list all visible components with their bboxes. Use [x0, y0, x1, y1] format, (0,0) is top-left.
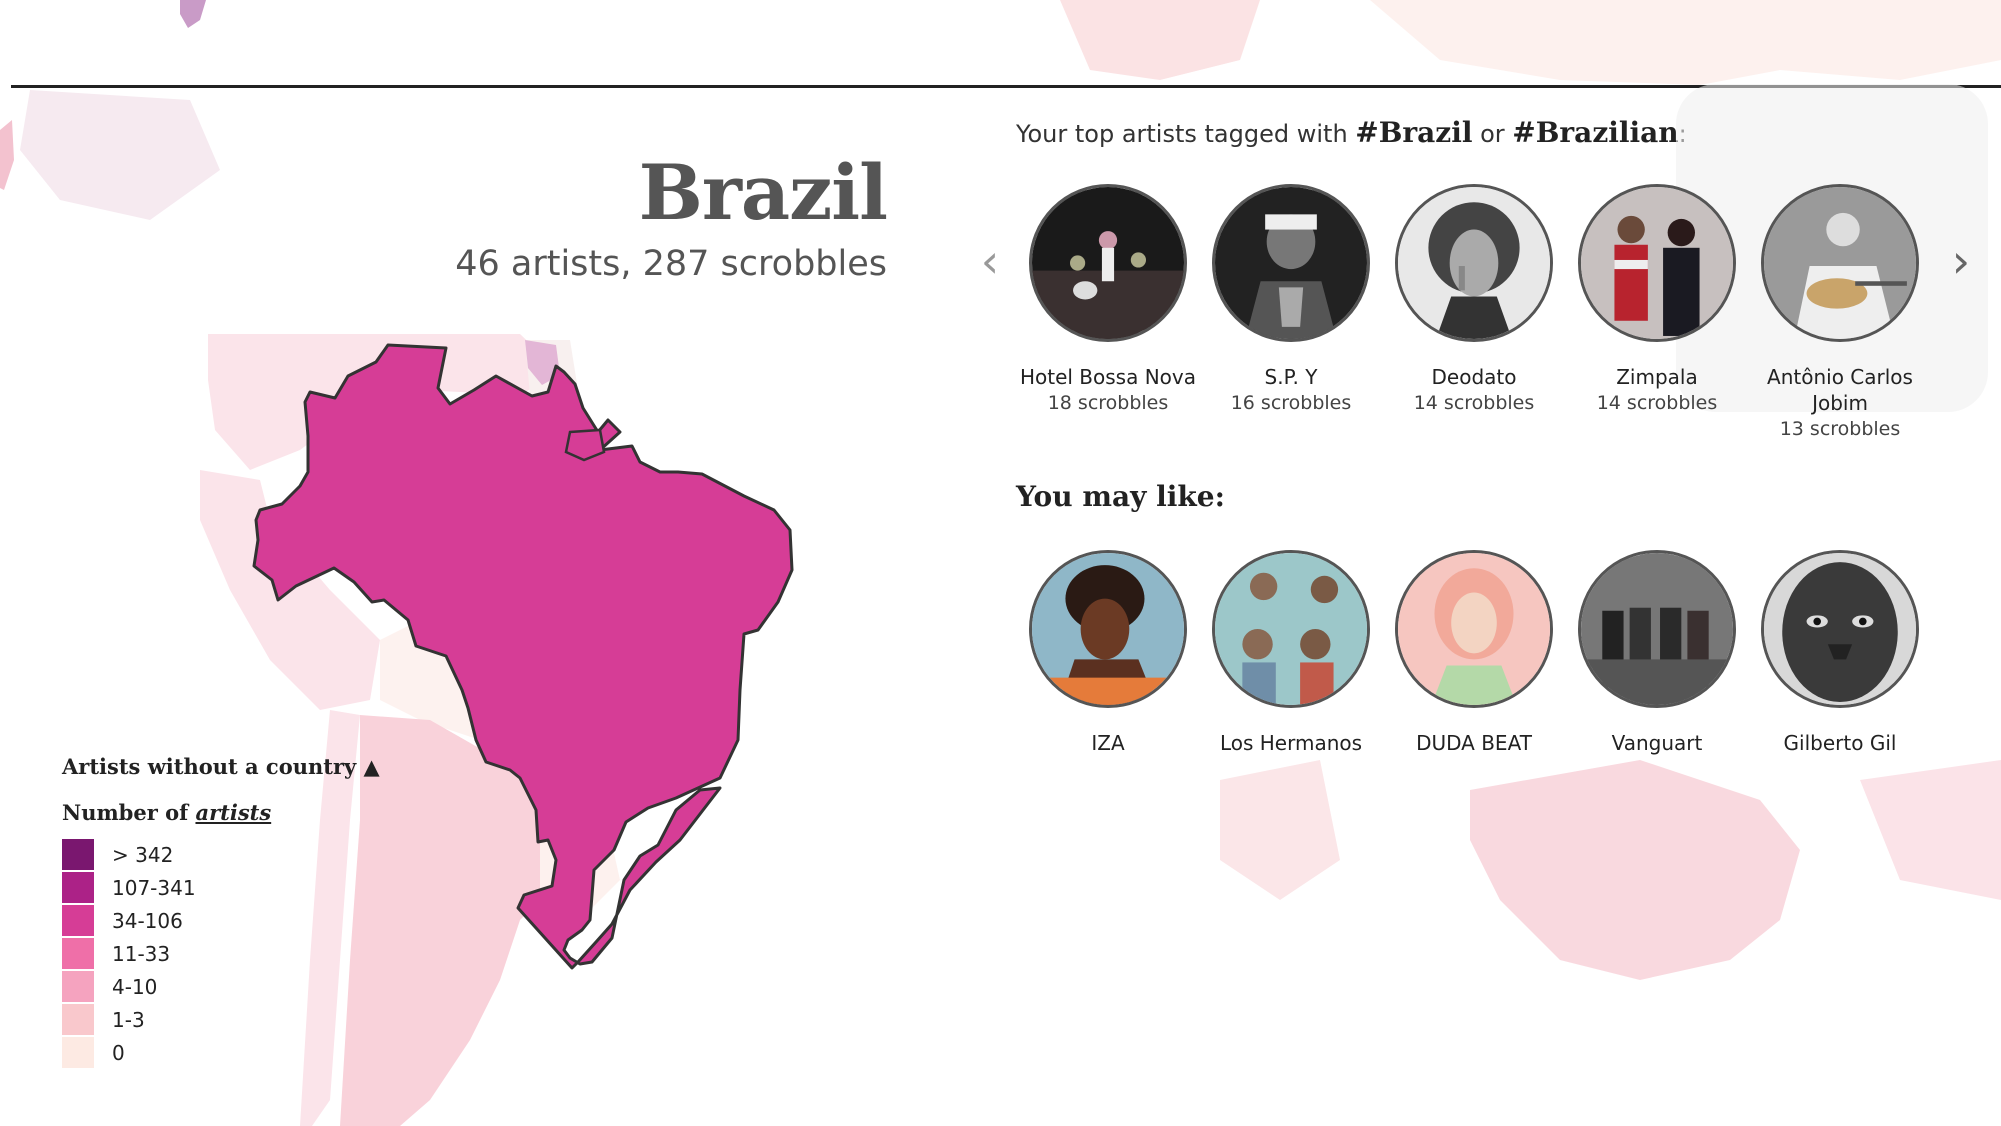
- artist-name[interactable]: IZA: [1018, 730, 1198, 756]
- legend-metric-link[interactable]: artists: [195, 800, 271, 825]
- artists-without-country-toggle[interactable]: Artists without a country ▲: [62, 754, 380, 779]
- artist-scrobbles: 16 scrobbles: [1230, 392, 1352, 414]
- artist-name[interactable]: Zimpala: [1567, 364, 1747, 390]
- legend-label: 11-33: [112, 941, 171, 966]
- country-title: Brazil: [638, 148, 888, 237]
- legend-item: 107-341: [62, 871, 196, 904]
- you-may-like-heading: You may like:: [1016, 480, 1225, 513]
- legend-item: 11-33: [62, 937, 196, 970]
- recommended-artist-card[interactable]: Los Hermanos: [1201, 550, 1381, 756]
- recommended-artist-card[interactable]: IZA: [1018, 550, 1198, 756]
- legend-label: > 342: [112, 842, 174, 867]
- legend-title-prefix: Number of: [62, 800, 196, 825]
- legend-label: 107-341: [112, 875, 196, 900]
- map-region-marajo-island[interactable]: [564, 428, 606, 462]
- legend-item: > 342: [62, 838, 196, 871]
- top-artist-card[interactable]: Zimpala 14 scrobbles: [1567, 184, 1747, 416]
- map-region-east-africa[interactable]: [1860, 760, 2001, 900]
- legend-label: 0: [112, 1040, 125, 1065]
- legend-swatch: [62, 1004, 94, 1035]
- map-region-north-africa[interactable]: [1370, 0, 2001, 85]
- artist-name[interactable]: Vanguart: [1567, 730, 1747, 756]
- map-region-cuba[interactable]: [0, 120, 14, 190]
- artist-photo[interactable]: [1578, 184, 1736, 342]
- artist-name[interactable]: Los Hermanos: [1201, 730, 1381, 756]
- top-artist-card[interactable]: Deodato 14 scrobbles: [1384, 184, 1564, 416]
- artist-name[interactable]: S.P. Y: [1201, 364, 1381, 390]
- map-region-europe[interactable]: [1060, 0, 1260, 80]
- map-legend: > 342 107-341 34-106 11-33 4-10 1-3 0: [62, 838, 196, 1069]
- legend-item: 1-3: [62, 1003, 196, 1036]
- legend-swatch: [62, 905, 94, 936]
- map-region-africa[interactable]: [1470, 760, 1800, 980]
- legend-label: 1-3: [112, 1007, 145, 1032]
- artist-photo[interactable]: [1029, 550, 1187, 708]
- artist-photo[interactable]: [1212, 550, 1370, 708]
- legend-item: 34-106: [62, 904, 196, 937]
- legend-title: Number of artists: [62, 800, 271, 825]
- artist-photo[interactable]: [1761, 550, 1919, 708]
- legend-swatch: [62, 971, 94, 1002]
- artist-name[interactable]: Hotel Bossa Nova: [1018, 364, 1198, 390]
- artist-scrobbles: 13 scrobbles: [1779, 418, 1901, 440]
- artist-name[interactable]: Deodato: [1384, 364, 1564, 390]
- top-artists-heading: Your top artists tagged with #Brazil or …: [1016, 116, 1687, 149]
- artist-name[interactable]: Antônio Carlos Jobim: [1750, 364, 1930, 416]
- tag-brazilian[interactable]: #Brazilian: [1512, 116, 1678, 149]
- artist-name[interactable]: Gilberto Gil: [1750, 730, 1930, 756]
- artist-scrobbles: 14 scrobbles: [1413, 392, 1535, 414]
- artist-photo[interactable]: [1578, 550, 1736, 708]
- heading-middle: or: [1472, 120, 1513, 148]
- artist-photo[interactable]: [1761, 184, 1919, 342]
- legend-label: 34-106: [112, 908, 183, 933]
- carousel-next-button[interactable]: ›: [1946, 236, 1976, 286]
- top-artist-card[interactable]: Antônio Carlos Jobim 13 scrobbles: [1750, 184, 1930, 442]
- legend-swatch: [62, 1037, 94, 1068]
- artist-photo[interactable]: [1029, 184, 1187, 342]
- legend-item: 0: [62, 1036, 196, 1069]
- recommended-artist-card[interactable]: Vanguart: [1567, 550, 1747, 756]
- map-region-caribbean[interactable]: [20, 90, 220, 220]
- recommended-artist-card[interactable]: DUDA BEAT: [1384, 550, 1564, 756]
- top-artist-card[interactable]: S.P. Y 16 scrobbles: [1201, 184, 1381, 416]
- artist-scrobbles: 14 scrobbles: [1596, 392, 1718, 414]
- legend-swatch: [62, 839, 94, 870]
- artist-name[interactable]: DUDA BEAT: [1384, 730, 1564, 756]
- artist-scrobbles: 18 scrobbles: [1047, 392, 1169, 414]
- artist-photo[interactable]: [1395, 184, 1553, 342]
- carousel-prev-button[interactable]: ‹: [975, 236, 1005, 286]
- artist-photo[interactable]: [1212, 184, 1370, 342]
- heading-prefix: Your top artists tagged with: [1016, 120, 1356, 148]
- tag-brazil[interactable]: #Brazil: [1355, 116, 1472, 149]
- legend-item: 4-10: [62, 970, 196, 1003]
- legend-swatch: [62, 938, 94, 969]
- legend-swatch: [62, 872, 94, 903]
- country-summary: 46 artists, 287 scrobbles: [455, 244, 887, 284]
- map-region-southern-africa[interactable]: [1220, 760, 1340, 900]
- top-artist-card[interactable]: Hotel Bossa Nova 18 scrobbles: [1018, 184, 1198, 416]
- artist-photo[interactable]: [1395, 550, 1553, 708]
- map-region-central-america[interactable]: [180, 0, 206, 28]
- legend-label: 4-10: [112, 974, 158, 999]
- recommended-artist-card[interactable]: Gilberto Gil: [1750, 550, 1930, 756]
